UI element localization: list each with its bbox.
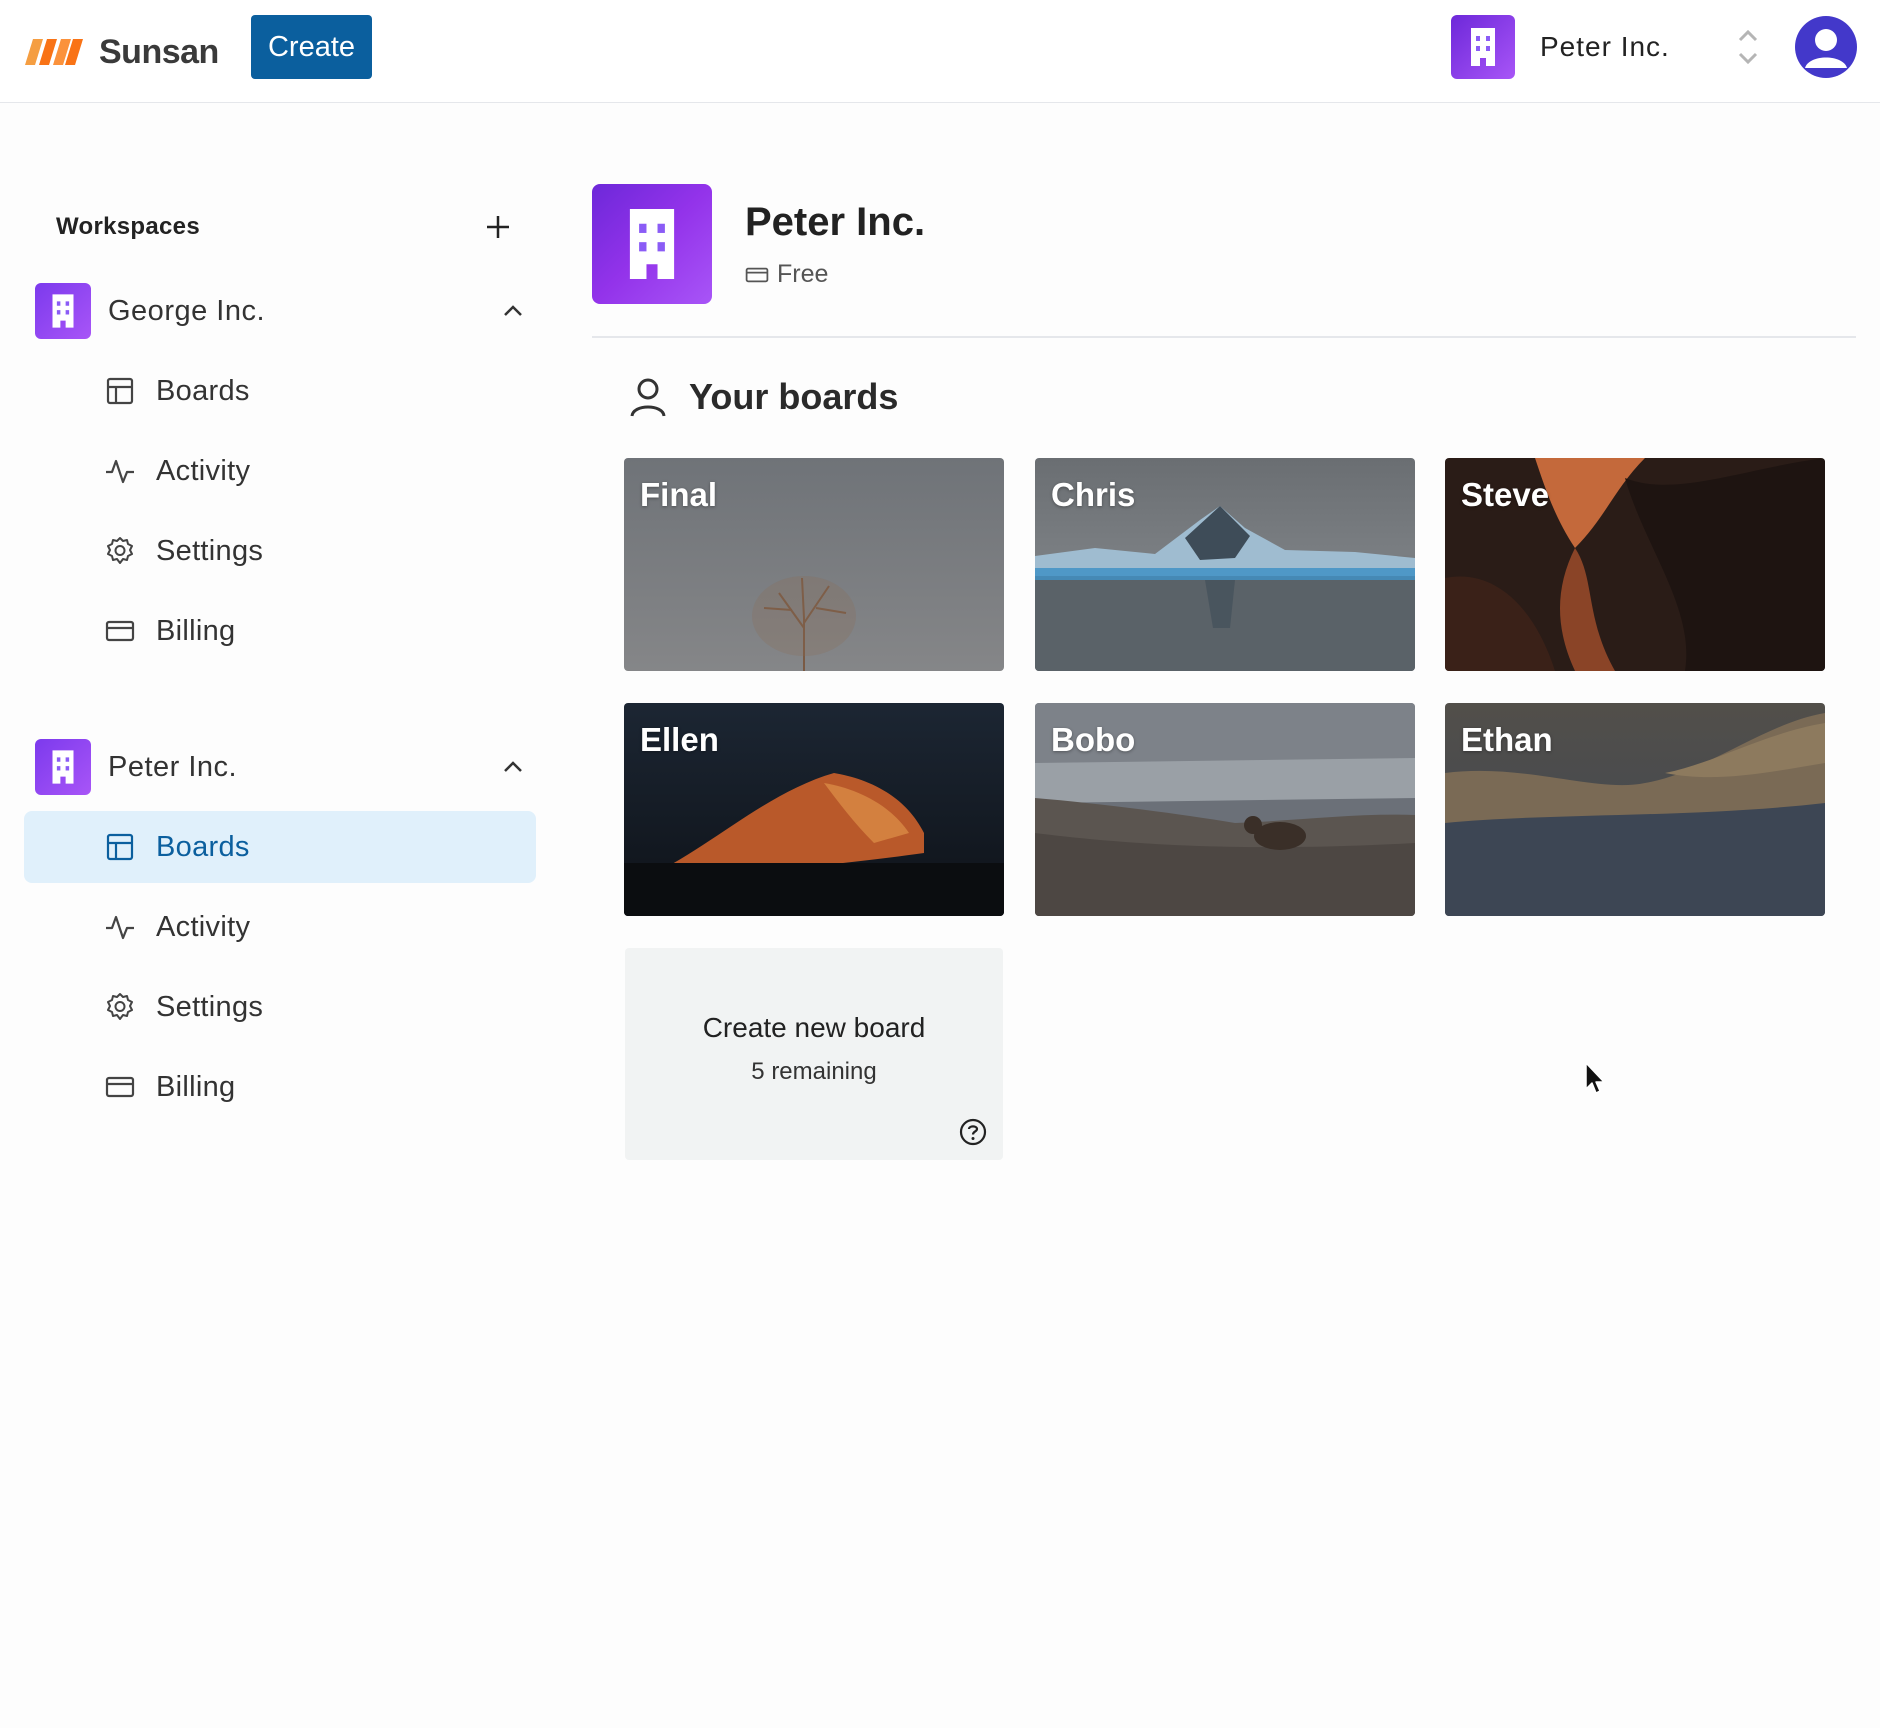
credit-card-icon [104,615,136,647]
create-new-board-label: Create new board [702,1012,926,1043]
credit-card-icon [745,267,769,282]
sidebar-item-billing[interactable]: Billing [24,1051,536,1123]
gear-icon [104,991,136,1023]
board-card-final[interactable]: Final [624,458,1004,671]
section-title: Your boards [689,376,899,417]
brand-logo[interactable]: Sunsan [25,26,219,78]
workspace-toggle-george[interactable]: George Inc. [35,283,525,339]
sidebar-item-activity[interactable]: Activity [24,435,536,507]
plan-badge: Free [745,260,828,289]
mouse-pointer-icon [1585,1062,1605,1094]
page-title: Peter Inc. [745,200,926,244]
org-avatar [1451,15,1515,79]
user-avatar[interactable] [1795,16,1857,78]
workspace-avatar [35,739,91,795]
sidebar-item-label: Activity [156,454,251,487]
chevron-up-down-icon[interactable] [1737,28,1759,66]
sidebar-item-label: Settings [156,990,264,1023]
board-card-ethan[interactable]: Ethan [1445,703,1825,916]
board-title: Final [640,476,718,513]
board-title: Ellen [640,721,719,758]
workspaces-title: Workspaces [56,213,200,240]
board-title: Steve [1461,476,1550,513]
workspace-name: Peter Inc. [108,750,238,783]
plus-icon [487,216,509,238]
boards-remaining-count: 5 remaining [751,1058,877,1085]
user-icon [630,378,666,417]
org-switcher-name: Peter Inc. [1540,31,1670,62]
sidebar-item-label: Billing [156,614,236,647]
credit-card-icon [104,1071,136,1103]
org-switcher[interactable]: Peter Inc. [1451,15,1670,79]
sidebar-item-billing[interactable]: Billing [24,595,536,667]
question-circle-icon[interactable] [959,1118,987,1146]
board-card-steve[interactable]: Steve [1445,458,1825,671]
board-title: Ethan [1461,721,1553,758]
boards-icon [104,375,136,407]
divider [592,336,1856,338]
building-icon [629,209,675,279]
org-avatar-large [592,184,712,304]
workspace-name: George Inc. [108,294,266,327]
workspaces-header: Workspaces [56,209,516,245]
gear-icon [104,535,136,567]
workspace-toggle-peter[interactable]: Peter Inc. [35,739,525,795]
chevron-up-icon [504,305,522,316]
boards-section-header: Your boards [627,376,898,418]
building-icon [52,750,74,784]
board-title: Bobo [1051,721,1136,758]
sidebar-item-boards[interactable]: Boards [24,811,536,883]
sidebar-item-label: Billing [156,1070,236,1103]
sidebar-item-label: Boards [156,830,250,863]
sidebar-item-label: Settings [156,534,264,567]
create-new-board-card[interactable]: Create new board 5 remaining [625,948,1003,1160]
board-card-ellen[interactable]: Ellen [624,703,1004,916]
activity-icon [104,455,136,487]
boards-icon [104,831,136,863]
board-card-bobo[interactable]: Bobo [1035,703,1415,916]
sidebar-item-label: Boards [156,374,250,407]
building-icon [1471,28,1495,66]
add-workspace-button[interactable] [480,209,516,245]
board-card-chris[interactable]: Chris [1035,458,1415,671]
plan-label: Free [777,260,829,288]
sidebar-item-boards[interactable]: Boards [24,355,536,427]
create-button[interactable]: Create [251,15,372,79]
brand-name: Sunsan [99,32,219,71]
sidebar-item-settings[interactable]: Settings [24,971,536,1043]
sunsan-logo-icon [25,39,83,65]
sidebar-item-settings[interactable]: Settings [24,515,536,587]
sidebar-item-label: Activity [156,910,251,943]
building-icon [52,294,74,328]
top-navbar: Sunsan Create Peter Inc. [0,0,1880,103]
chevron-up-icon [504,761,522,772]
activity-icon [104,911,136,943]
board-title: Chris [1051,476,1136,513]
workspace-avatar [35,283,91,339]
user-icon [1797,18,1855,76]
sidebar-item-activity[interactable]: Activity [24,891,536,963]
